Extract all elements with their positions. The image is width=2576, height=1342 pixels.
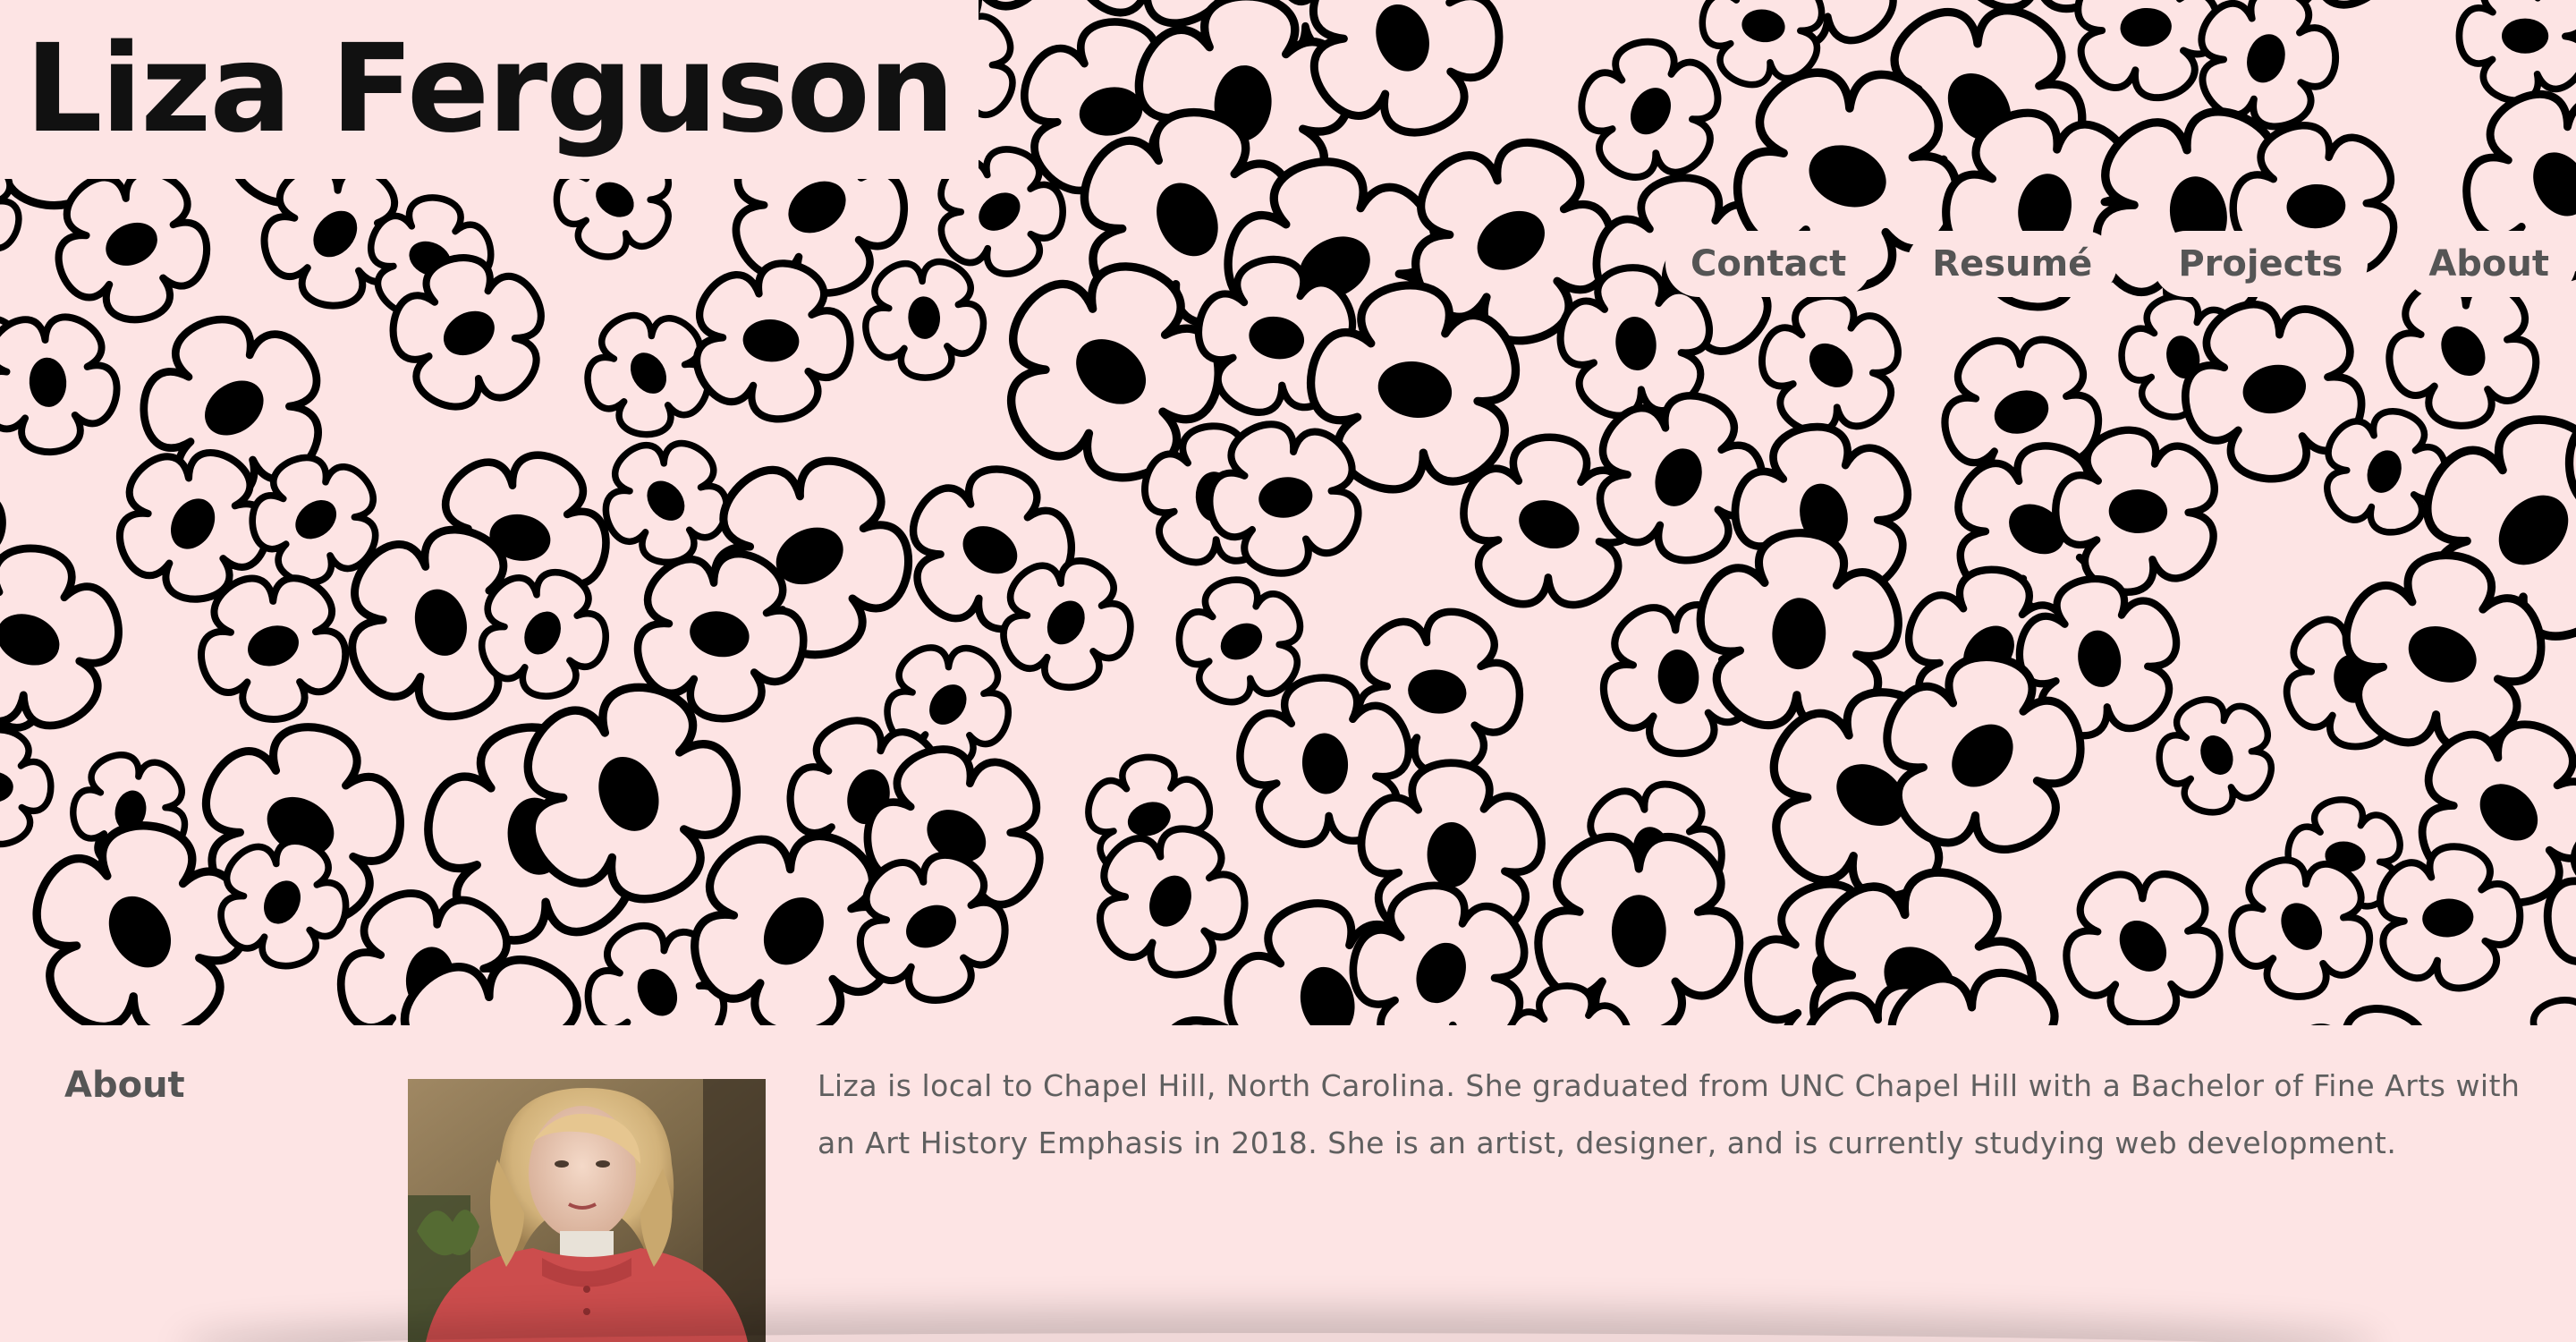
flower-shape: [1000, 557, 1134, 691]
main-nav: Contact Resumé Projects About: [1630, 231, 2576, 297]
profile-photo: [408, 1079, 766, 1342]
flower-shape: [2156, 696, 2275, 816]
flower-shape: [1578, 38, 1722, 181]
flower-shape: [0, 726, 55, 848]
nav-link-resume[interactable]: Resumé: [1907, 231, 2118, 297]
flower-shape: [2074, 0, 2222, 102]
page: Liza Ferguson Contact Resumé Projects Ab…: [0, 0, 2576, 1342]
portrait-image: [408, 1079, 766, 1342]
flower-shape: [2529, 997, 2576, 1025]
nav-link-projects[interactable]: Projects: [2153, 231, 2368, 297]
nav-link-contact[interactable]: Contact: [1665, 231, 1872, 297]
nav-link-about[interactable]: About: [2403, 231, 2576, 297]
flower-shape: [0, 313, 121, 456]
flower-shape: [1758, 292, 1902, 436]
hero-banner: Liza Ferguson Contact Resumé Projects Ab…: [0, 0, 2576, 1025]
flower-shape: [0, 544, 123, 730]
flower-shape: [862, 258, 987, 381]
flower-shape: [217, 837, 350, 970]
flower-shape: [2310, 1005, 2422, 1025]
flower-shape: [856, 851, 1009, 1004]
about-description: Liza is local to Chapel Hill, North Caro…: [818, 1068, 2521, 1160]
flower-shape: [584, 311, 712, 438]
flower-shape: [2385, 277, 2540, 429]
flower-shape: [1175, 576, 1304, 706]
flower-shape: [1096, 825, 1249, 979]
flower-shape: [2455, 0, 2576, 105]
flower-shape: [2228, 856, 2374, 1000]
flower-shape: [55, 168, 211, 324]
about-heading: About: [64, 1065, 185, 1106]
flower-shape: [602, 439, 731, 566]
site-title[interactable]: Liza Ferguson: [0, 0, 979, 179]
flower-shape: [478, 568, 609, 700]
flower-shape: [1309, 0, 1504, 137]
flower-shape: [197, 574, 350, 723]
flower-shape: [2063, 870, 2224, 1025]
about-section: About Liza is local to Chapel Hill, Nort…: [0, 1025, 2576, 1342]
